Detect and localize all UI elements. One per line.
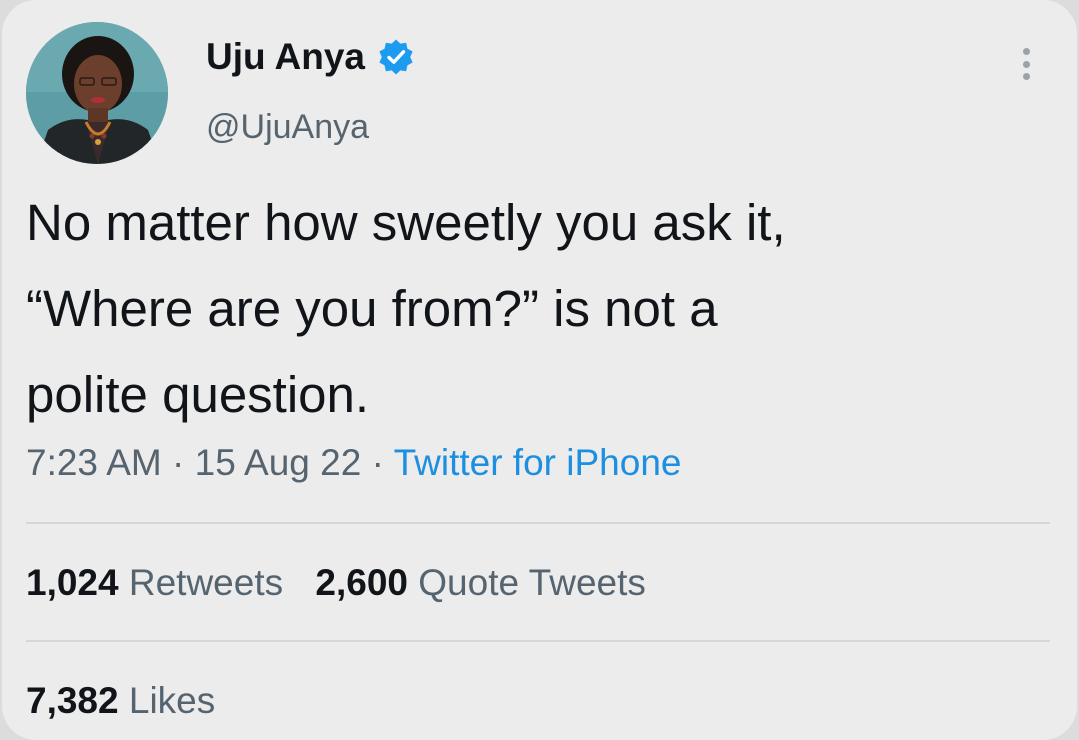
tweet-time[interactable]: 7:23 AM	[26, 442, 162, 483]
tweet-text-line: “Where are you from?” is not a	[26, 280, 718, 337]
quote-tweets-stat[interactable]: 2,600 Quote Tweets	[315, 562, 646, 604]
tweet-source-link[interactable]: Twitter for iPhone	[394, 442, 682, 483]
likes-label: Likes	[128, 680, 216, 721]
tweet-text-line: No matter how sweetly you ask it,	[26, 194, 786, 251]
retweets-count: 1,024	[26, 562, 119, 603]
author-handle[interactable]: @UjuAnya	[206, 108, 369, 147]
retweets-stat[interactable]: 1,024 Retweets	[26, 562, 283, 604]
engagement-stats: 1,024 Retweets 2,600 Quote Tweets	[26, 562, 646, 604]
meta-separator: ·	[371, 442, 384, 483]
tweet-text: No matter how sweetly you ask it, “Where…	[26, 180, 1056, 438]
quote-tweets-label: Quote Tweets	[418, 562, 646, 603]
author-name-text[interactable]: Uju Anya	[206, 36, 365, 78]
likes-stat[interactable]: 7,382 Likes	[26, 680, 215, 722]
tweet-date[interactable]: 15 Aug 22	[195, 442, 362, 483]
more-vertical-icon[interactable]	[1014, 44, 1038, 84]
meta-separator: ·	[172, 442, 185, 483]
divider	[26, 522, 1050, 524]
tweet-text-line: polite question.	[26, 366, 370, 423]
likes-count: 7,382	[26, 680, 119, 721]
divider	[26, 640, 1050, 642]
verified-badge-icon	[377, 38, 415, 76]
author-display-name[interactable]: Uju Anya	[206, 36, 415, 78]
avatar[interactable]	[26, 22, 168, 164]
tweet-metadata: 7:23 AM · 15 Aug 22 · Twitter for iPhone	[26, 442, 681, 484]
quote-tweets-count: 2,600	[315, 562, 408, 603]
avatar-photo	[26, 22, 168, 164]
retweets-label: Retweets	[128, 562, 284, 603]
tweet-card: Uju Anya @UjuAnya No matter how sweetly …	[2, 0, 1077, 740]
